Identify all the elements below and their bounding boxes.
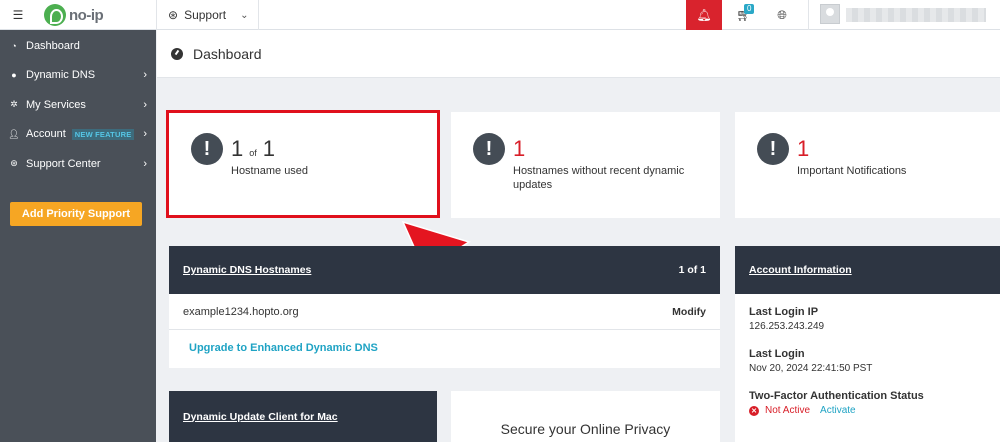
sidebar-item-my-services[interactable]: ✲ My Services › — [0, 90, 156, 120]
support-label: Support — [184, 8, 227, 22]
hostname: example1234.hopto.org — [183, 305, 299, 318]
cart-count-badge: 0 — [744, 4, 755, 14]
twofa-status: ✕ Not Active Activate — [749, 405, 856, 416]
gear-icon: ✲ — [10, 99, 18, 110]
sidebar-item-label: My Services — [26, 98, 86, 111]
panel-header: Account Information — [735, 246, 1000, 294]
dashboard-icon — [171, 47, 183, 60]
stat-value: 1 — [513, 136, 526, 161]
user-icon: 👤︎ — [8, 128, 20, 139]
dashboard-icon: ◔ — [11, 40, 17, 51]
sidebar-item-dashboard[interactable]: ◔ Dashboard — [0, 31, 156, 61]
panel-header: Dynamic DNS Hostnames 1 of 1 — [169, 246, 720, 294]
sidebar-item-dynamic-dns[interactable]: ● Dynamic DNS › — [0, 61, 156, 91]
chevron-right-icon: › — [143, 69, 147, 82]
sidebar-item-label: Dynamic DNS — [26, 69, 96, 82]
upgrade-enhanced-dns-link[interactable]: Upgrade to Enhanced Dynamic DNS — [169, 330, 720, 366]
sidebar-item-account[interactable]: 👤︎ Account NEW FEATURE › — [0, 120, 156, 150]
username-redacted[interactable] — [846, 8, 986, 22]
sidebar-item-label: Support Center — [26, 157, 101, 170]
panel-header: Dynamic Update Client for Mac — [169, 391, 437, 442]
stat-label: Hostnames without recent dynamic updates — [513, 165, 685, 191]
support-menu[interactable]: ⊛ Support ⌄ — [168, 0, 248, 30]
globe-icon: ● — [11, 70, 17, 81]
pager-text: 1 of 1 — [678, 264, 706, 276]
lifebuoy-icon: ⊛ — [168, 8, 179, 22]
activate-link[interactable]: Activate — [820, 405, 856, 416]
cart-button[interactable]: 🛒︎ 0 — [730, 0, 758, 30]
last-login-ip-label: Last Login IP — [749, 306, 819, 318]
page-header: Dashboard — [157, 30, 1000, 78]
chevron-right-icon: › — [143, 157, 147, 170]
sidebar-item-support-center[interactable]: ⊛ Support Center › — [0, 149, 156, 179]
avatar[interactable] — [820, 4, 840, 24]
chevron-right-icon: › — [143, 128, 147, 141]
logo-text: no-ip — [69, 6, 104, 24]
stat-label: Important Notifications — [797, 165, 907, 177]
sidebar: ◔ Dashboard ● Dynamic DNS › ✲ My Service… — [0, 30, 156, 442]
lifebuoy-icon: ⊛ — [10, 158, 18, 169]
account-information-panel: Account Information Last Login IP 126.25… — [735, 246, 1000, 442]
error-x-icon: ✕ — [749, 405, 759, 416]
bell-icon: 🔔︎ — [696, 8, 712, 22]
notifications-card[interactable]: ! 1 Important Notifications — [735, 112, 1000, 218]
account-information-link[interactable]: Account Information — [749, 264, 852, 276]
last-login-value: Nov 20, 2024 22:41:50 PST — [749, 363, 873, 374]
sidebar-item-label: Dashboard — [26, 39, 80, 52]
last-login-ip-value: 126.253.243.249 — [749, 321, 825, 332]
collapse-menu-icon[interactable]: ☰ — [0, 0, 36, 30]
language-globe-icon[interactable]: 🌐︎ — [770, 0, 794, 30]
last-login-label: Last Login — [749, 348, 805, 360]
divider — [156, 0, 157, 30]
alert-icon: ! — [757, 133, 789, 165]
divider — [258, 0, 259, 30]
add-priority-support-button[interactable]: Add Priority Support — [10, 202, 142, 226]
chevron-right-icon: › — [143, 98, 147, 111]
dynamic-dns-panel: Dynamic DNS Hostnames 1 of 1 example1234… — [169, 246, 720, 368]
page-title: Dashboard — [193, 45, 262, 62]
highlight-box — [166, 110, 440, 218]
modify-link[interactable]: Modify — [672, 306, 706, 318]
alert-icon: ! — [473, 133, 505, 165]
chevron-down-icon: ⌄ — [240, 9, 249, 21]
divider — [808, 0, 809, 30]
top-bar: ☰ no-ip ⊛ Support ⌄ 🔔︎ 🛒︎ 0 🌐︎ — [0, 0, 1000, 30]
stale-hostnames-card[interactable]: ! 1 Hostnames without recent dynamic upd… — [451, 112, 720, 218]
stat-value: 1 — [797, 136, 810, 161]
new-feature-badge: NEW FEATURE — [71, 128, 135, 140]
table-row: example1234.hopto.org Modify — [169, 294, 720, 330]
privacy-panel: Secure your Online Privacy — [451, 391, 720, 442]
noip-logo[interactable]: no-ip — [44, 4, 104, 26]
logo-mark-icon — [44, 4, 66, 26]
dynamic-dns-hostnames-link[interactable]: Dynamic DNS Hostnames — [183, 264, 311, 276]
notifications-button[interactable]: 🔔︎ — [686, 0, 722, 30]
twofa-label: Two-Factor Authentication Status — [749, 390, 924, 402]
sidebar-item-label: Account — [26, 128, 66, 141]
privacy-title: Secure your Online Privacy — [500, 421, 671, 437]
twofa-status-text: Not Active — [765, 405, 811, 416]
mac-client-link[interactable]: Dynamic Update Client for Mac — [183, 411, 338, 423]
mac-client-panel: Dynamic Update Client for Mac — [169, 391, 437, 442]
